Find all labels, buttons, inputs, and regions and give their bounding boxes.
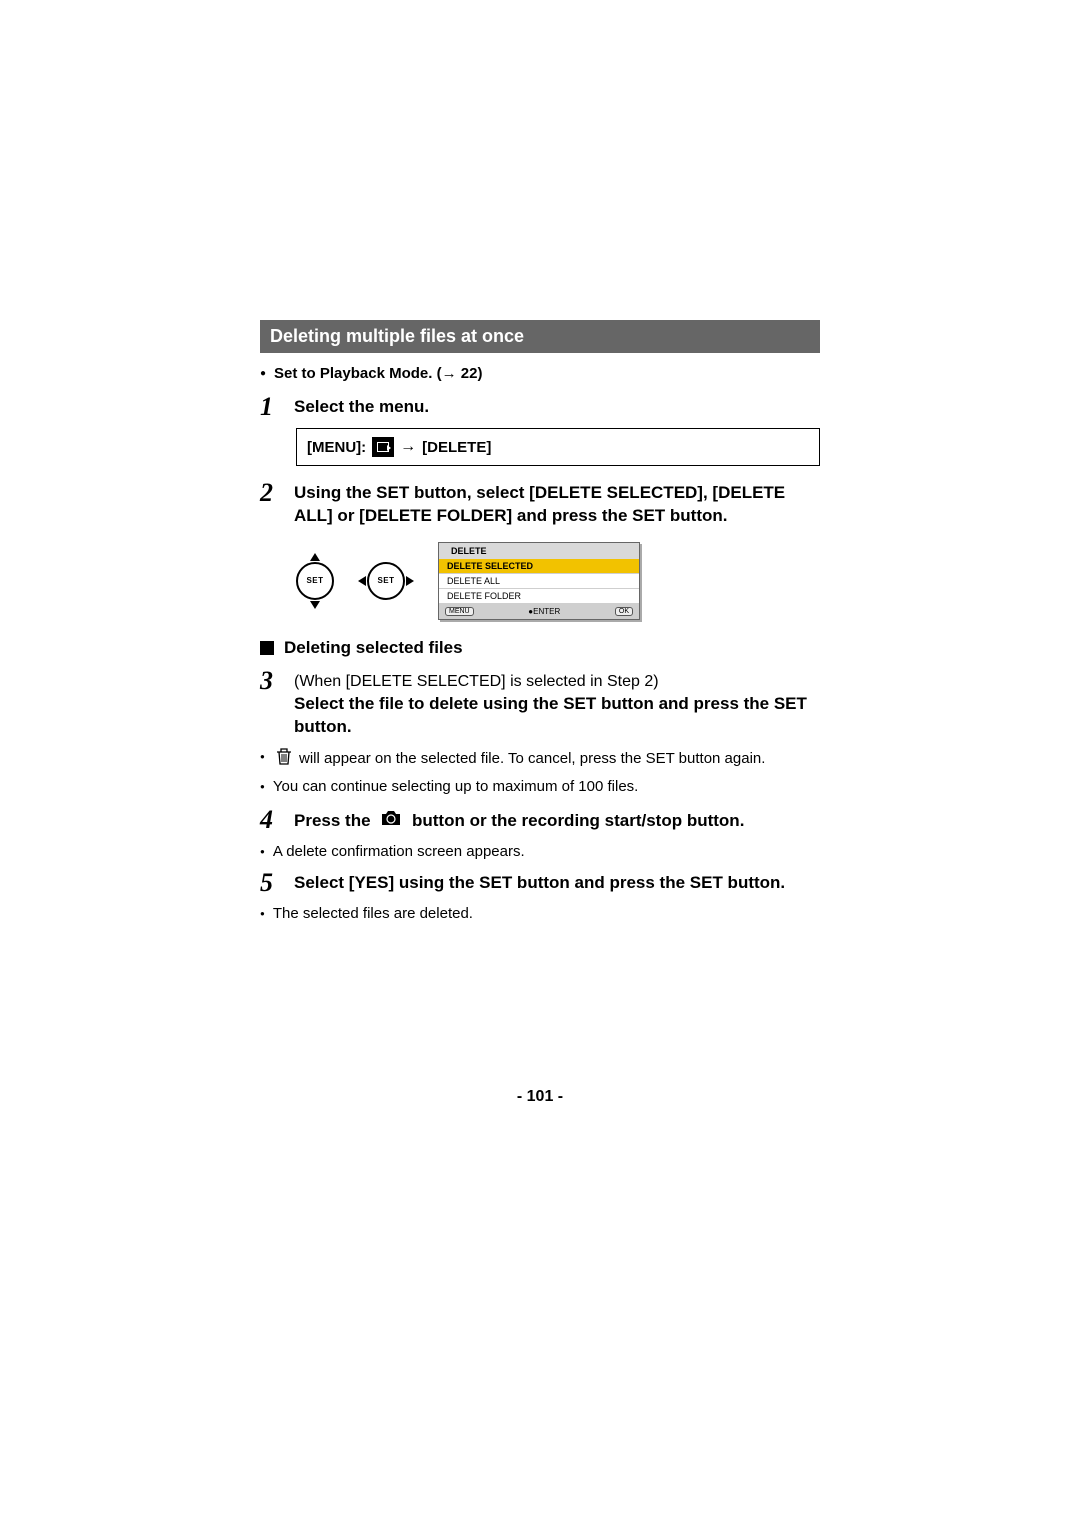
set-button-horizontal: SET bbox=[358, 562, 414, 600]
camera-icon bbox=[379, 809, 403, 834]
note-bullet: will appear on the selected file. To can… bbox=[260, 747, 820, 771]
step-number: 1 bbox=[260, 394, 280, 420]
delete-label: [DELETE] bbox=[422, 439, 491, 456]
note-text: A delete confirmation screen appears. bbox=[273, 842, 525, 862]
section-title: Deleting multiple files at once bbox=[260, 320, 820, 353]
note-bullet: A delete confirmation screen appears. bbox=[260, 842, 820, 862]
set-button-icon: SET bbox=[367, 562, 405, 600]
set-button-diagram: SET SET DELETE DELETE SELECTED DELETE AL… bbox=[296, 542, 820, 620]
step-number: 5 bbox=[260, 870, 280, 896]
step-instruction: Select the file to delete using the SET … bbox=[294, 694, 807, 736]
step-text: (When [DELETE SELECTED] is selected in S… bbox=[294, 668, 820, 739]
precondition-text: Set to Playback Mode. (→ 22) bbox=[274, 365, 482, 382]
arrow-down-icon bbox=[310, 601, 320, 609]
note-text: The selected files are deleted. bbox=[273, 904, 473, 924]
step-context: (When [DELETE SELECTED] is selected in S… bbox=[294, 673, 659, 690]
enter-label: ●ENTER bbox=[528, 607, 560, 616]
lcd-title: DELETE bbox=[439, 543, 639, 559]
set-button-vertical: SET bbox=[296, 553, 334, 609]
right-arrow-icon: → bbox=[442, 365, 457, 382]
lcd-item: DELETE FOLDER bbox=[439, 589, 639, 604]
step-text: Using the SET button, select [DELETE SEL… bbox=[294, 480, 820, 528]
lcd-menu-list: DELETE SELECTED DELETE ALL DELETE FOLDER bbox=[439, 559, 639, 604]
step-2: 2 Using the SET button, select [DELETE S… bbox=[260, 480, 820, 528]
step-5: 5 Select [YES] using the SET button and … bbox=[260, 870, 820, 896]
note-bullet: The selected files are deleted. bbox=[260, 904, 820, 924]
page-number: - 101 - bbox=[0, 1088, 1080, 1106]
step-text: Press the button or the recording start/… bbox=[294, 807, 820, 834]
step-1: 1 Select the menu. bbox=[260, 394, 820, 420]
set-button-icon: SET bbox=[296, 562, 334, 600]
menu-path-box: [MENU]: → [DELETE] bbox=[296, 428, 820, 466]
step-text: Select the menu. bbox=[294, 394, 820, 419]
right-arrow-icon: → bbox=[400, 438, 416, 456]
step-number: 3 bbox=[260, 668, 280, 694]
menu-pill-icon: MENU bbox=[445, 607, 474, 616]
arrow-left-icon bbox=[358, 576, 366, 586]
step-number: 2 bbox=[260, 480, 280, 506]
trash-icon bbox=[276, 747, 292, 771]
lcd-screen: DELETE DELETE SELECTED DELETE ALL DELETE… bbox=[438, 542, 640, 620]
note-text: will appear on the selected file. To can… bbox=[273, 747, 766, 771]
playback-tab-icon bbox=[372, 437, 394, 457]
lcd-item-selected: DELETE SELECTED bbox=[439, 559, 639, 574]
manual-page: Deleting multiple files at once Set to P… bbox=[0, 0, 1080, 1526]
precondition: Set to Playback Mode. (→ 22) bbox=[260, 365, 820, 382]
subheading: Deleting selected files bbox=[260, 638, 820, 658]
arrow-up-icon bbox=[310, 553, 320, 561]
step-4: 4 Press the button or the recording star… bbox=[260, 807, 820, 834]
step-3: 3 (When [DELETE SELECTED] is selected in… bbox=[260, 668, 820, 739]
note-bullet: You can continue selecting up to maximum… bbox=[260, 777, 820, 797]
lcd-item: DELETE ALL bbox=[439, 574, 639, 589]
step-text: Select [YES] using the SET button and pr… bbox=[294, 870, 820, 895]
ok-pill-icon: OK bbox=[615, 607, 633, 616]
lcd-footer: MENU ●ENTER OK bbox=[439, 604, 639, 619]
menu-label: [MENU]: bbox=[307, 439, 366, 456]
arrow-right-icon bbox=[406, 576, 414, 586]
note-text: You can continue selecting up to maximum… bbox=[273, 777, 639, 797]
step-number: 4 bbox=[260, 807, 280, 833]
